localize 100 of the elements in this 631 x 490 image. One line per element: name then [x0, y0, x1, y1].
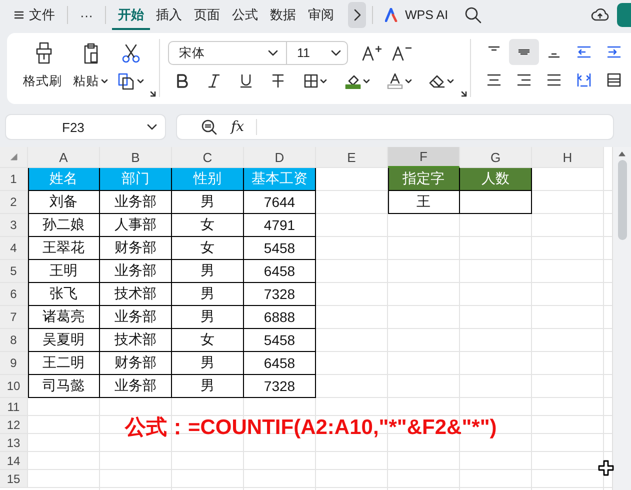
row-header[interactable]: 9 — [0, 352, 28, 375]
search-icon[interactable] — [464, 6, 482, 24]
table-cell: 7328 — [244, 375, 316, 398]
table-cell: 男 — [172, 352, 244, 375]
table-cell: 人事部 — [100, 214, 172, 237]
column-header[interactable]: A — [28, 147, 100, 168]
table-cell — [460, 191, 532, 214]
scissors-icon[interactable] — [121, 43, 141, 63]
row-header[interactable]: 6 — [0, 283, 28, 306]
borders-icon[interactable] — [304, 74, 318, 88]
table-cell: 6458 — [244, 260, 316, 283]
menu-tab[interactable]: 页面 — [188, 0, 226, 30]
table-cell: 王明 — [28, 260, 100, 283]
underline-icon[interactable] — [240, 74, 252, 88]
table-cell: 7644 — [244, 191, 316, 214]
menu-tab[interactable]: 数据 — [264, 0, 302, 30]
eraser-icon[interactable] — [428, 74, 444, 88]
scrollbar-thumb[interactable] — [618, 160, 626, 240]
chevron-down-icon — [147, 124, 157, 130]
row-header[interactable]: 3 — [0, 214, 28, 237]
table-cell: 业务部 — [100, 260, 172, 283]
zoom-out-icon[interactable] — [201, 119, 217, 135]
bold-icon[interactable] — [176, 74, 188, 88]
table-cell: 刘备 — [28, 191, 100, 214]
header-cell: 性别 — [172, 168, 244, 191]
decrease-indent-icon[interactable] — [576, 45, 592, 59]
row-header[interactable]: 13 — [0, 434, 28, 452]
table-cell: 王 — [388, 191, 460, 214]
menu-tab[interactable]: 插入 — [150, 0, 188, 30]
increase-indent-icon[interactable] — [606, 45, 622, 59]
table-cell: 男 — [172, 306, 244, 329]
scroll-up-arrow-icon[interactable] — [618, 151, 626, 157]
table-cell: 张飞 — [28, 283, 100, 306]
table-cell: 业务部 — [100, 306, 172, 329]
table-cell: 5458 — [244, 237, 316, 260]
name-box[interactable]: F23 — [5, 114, 166, 140]
row-header[interactable]: 5 — [0, 260, 28, 283]
row-header[interactable]: 8 — [0, 329, 28, 352]
distributed-align-icon[interactable] — [576, 73, 592, 87]
caret-icon — [101, 78, 108, 84]
row-header[interactable]: 15 — [0, 470, 28, 488]
row-header[interactable]: 2 — [0, 191, 28, 214]
table-cell: 女 — [172, 329, 244, 352]
column-header[interactable]: G — [460, 147, 532, 168]
table-cell: 技术部 — [100, 283, 172, 306]
table-cell: 女 — [172, 237, 244, 260]
ai-button[interactable]: WPS AI — [379, 8, 454, 22]
cloud-upload-icon[interactable] — [591, 7, 609, 23]
italic-icon[interactable] — [208, 74, 220, 88]
strikethrough-icon[interactable] — [272, 74, 284, 88]
select-all-button[interactable] — [0, 147, 28, 168]
font-name-dropdown[interactable]: 宋体 — [169, 42, 287, 64]
font-color-icon[interactable] — [386, 73, 402, 89]
paste-button[interactable]: 粘贴 — [69, 67, 113, 95]
font-grow-icon[interactable] — [362, 45, 382, 61]
row-header[interactable]: 11 — [0, 398, 28, 416]
caret-icon — [404, 78, 412, 84]
row-header[interactable]: 1 — [0, 168, 28, 191]
table-cell: 财务部 — [100, 237, 172, 260]
vertical-scrollbar[interactable] — [612, 147, 631, 490]
cell-reference: F23 — [62, 120, 84, 134]
menu-tab[interactable]: 开始 — [112, 0, 150, 30]
row-header[interactable]: 10 — [0, 375, 28, 398]
column-header[interactable]: B — [100, 147, 172, 168]
menu-tab[interactable]: 审阅 — [302, 0, 340, 30]
menu-tab[interactable]: 文件 — [8, 0, 61, 30]
move-cursor-icon — [598, 460, 614, 476]
row-header[interactable]: 4 — [0, 237, 28, 260]
insert-function-button[interactable]: fx — [231, 119, 258, 135]
table-cell: 财务部 — [100, 352, 172, 375]
column-header[interactable]: D — [244, 147, 316, 168]
header-cell: 部门 — [100, 168, 172, 191]
menu-tab[interactable]: 公式 — [226, 0, 264, 30]
caret-icon — [446, 78, 454, 84]
font-name-value: 宋体 — [179, 44, 205, 62]
align-center-icon[interactable] — [486, 73, 502, 87]
font-size-value: 11 — [297, 46, 310, 60]
caret-icon — [362, 78, 370, 84]
format-painter-button[interactable]: 格式刷 — [19, 67, 69, 95]
align-right-icon[interactable] — [516, 73, 532, 87]
table-cell: 6888 — [244, 306, 316, 329]
row-header[interactable]: 12 — [0, 416, 28, 434]
column-header[interactable]: C — [172, 147, 244, 168]
font-shrink-icon[interactable] — [392, 45, 412, 61]
more-tabs-button[interactable] — [348, 2, 366, 28]
justify-icon[interactable] — [546, 73, 562, 87]
row-header[interactable]: 14 — [0, 452, 28, 470]
formula-input[interactable]: fx — [176, 114, 614, 140]
expand-corner-icon[interactable] — [150, 91, 156, 97]
column-header[interactable]: H — [532, 147, 604, 168]
fill-color-icon[interactable] — [344, 73, 360, 89]
menu-tab[interactable]: ··· — [74, 0, 99, 30]
format-painter-icon[interactable] — [34, 42, 54, 64]
column-header[interactable]: E — [316, 147, 388, 168]
font-size-dropdown[interactable]: 11 — [287, 46, 347, 60]
cloud-button[interactable] — [617, 3, 631, 27]
merge-cells-icon[interactable] — [606, 73, 622, 87]
expand-corner-icon[interactable] — [461, 91, 467, 97]
row-header[interactable]: 7 — [0, 306, 28, 329]
column-header[interactable]: F — [388, 147, 460, 168]
